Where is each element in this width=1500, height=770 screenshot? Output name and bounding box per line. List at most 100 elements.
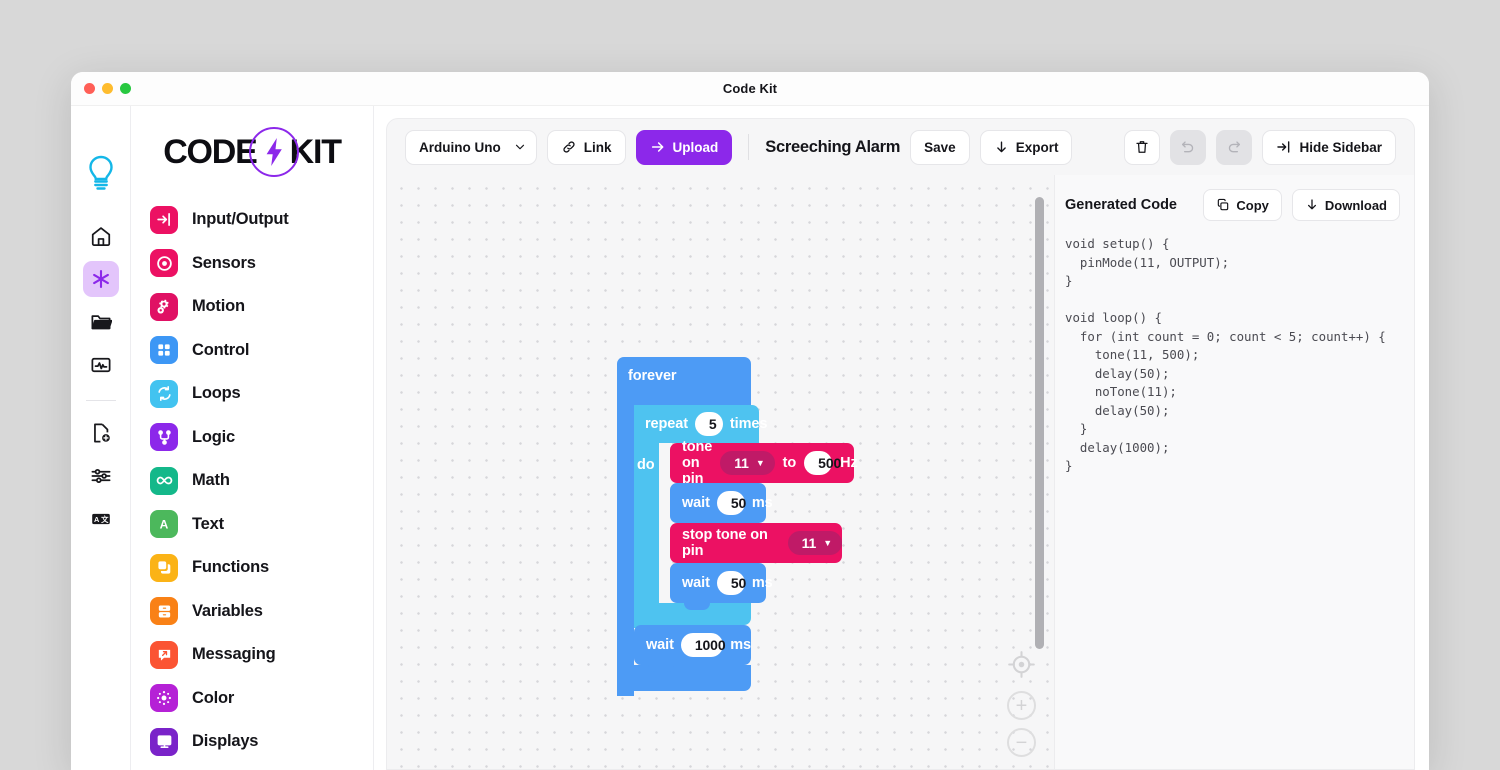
sidebar-item-projects[interactable] <box>83 304 119 340</box>
upload-label: Upload <box>672 139 719 155</box>
code-panel-header: Generated Code Copy Download <box>1055 175 1414 231</box>
link-label: Link <box>583 139 612 155</box>
lightbulb-icon <box>86 154 116 194</box>
sidebar-item-home[interactable] <box>83 218 119 254</box>
sidebar-item-monitor[interactable] <box>83 347 119 383</box>
category-displays[interactable]: Displays <box>150 720 373 764</box>
editor-toolbar: Arduino Uno Link Upload Screeching Alarm… <box>387 119 1414 175</box>
category-list: Input/Output Sensors Motion Control Loop… <box>131 198 373 764</box>
crosshair-icon <box>1007 650 1036 679</box>
blocks-icon <box>90 268 112 290</box>
sidebar-item-language[interactable]: A 文 <box>83 501 119 537</box>
sidebar-item-blocks[interactable] <box>82 261 119 297</box>
block-stop-tone-on-pin[interactable]: stop tone on pin 11 ▼ <box>670 523 842 570</box>
tone-frequency-field[interactable]: 500 <box>804 450 841 476</box>
code-panel-title: Generated Code <box>1065 197 1177 213</box>
category-text[interactable]: A Text <box>150 503 373 547</box>
wait-value-field[interactable]: 50 <box>716 570 746 596</box>
canvas-scrollbar[interactable] <box>1035 197 1044 649</box>
gears-icon <box>150 292 178 321</box>
save-button[interactable]: Save <box>910 129 970 165</box>
infinity-icon <box>150 466 178 495</box>
category-label: Variables <box>192 601 263 620</box>
category-logic[interactable]: Logic <box>150 416 373 460</box>
collapse-right-icon <box>1276 139 1292 155</box>
icon-rail: A 文 <box>71 106 131 770</box>
wait-value-field[interactable]: 1000 <box>680 632 726 658</box>
undo-button[interactable] <box>1170 129 1207 165</box>
zoom-in-button[interactable]: + <box>1007 691 1036 720</box>
sidebar-item-settings[interactable] <box>83 458 119 494</box>
svg-text:A: A <box>160 518 169 532</box>
redo-button[interactable] <box>1216 129 1253 165</box>
undo-icon <box>1180 139 1196 155</box>
delete-button[interactable] <box>1124 129 1161 165</box>
category-input-output[interactable]: Input/Output <box>150 198 373 242</box>
upload-button[interactable]: Upload <box>635 129 733 165</box>
category-loops[interactable]: Loops <box>150 372 373 416</box>
block-label: ms <box>751 495 773 511</box>
block-repeat-header[interactable]: repeat 5 times <box>634 405 767 443</box>
wait-value-field[interactable]: 50 <box>716 490 746 516</box>
category-variables[interactable]: Variables <box>150 590 373 634</box>
stoptone-pin-dropdown[interactable]: 11 ▼ <box>787 531 842 555</box>
zoom-center-button[interactable] <box>1007 650 1036 679</box>
category-label: Input/Output <box>192 210 289 229</box>
block-wait-2[interactable]: wait 50 ms <box>670 563 773 610</box>
block-inner-stack[interactable]: tone on pin 11 ▼ to 500 Hz wait 50 ms st… <box>670 439 858 610</box>
tone-pin-dropdown[interactable]: 11 ▼ <box>720 451 775 475</box>
category-color[interactable]: Color <box>150 677 373 721</box>
block-forever-label-row[interactable]: forever <box>617 357 751 412</box>
repeat-count-field[interactable]: 5 <box>694 411 723 437</box>
chevron-down-icon <box>514 141 526 153</box>
hide-sidebar-label: Hide Sidebar <box>1299 139 1382 155</box>
category-functions[interactable]: Functions <box>150 546 373 590</box>
block-label: to <box>782 455 797 471</box>
zoom-out-button[interactable]: − <box>1007 728 1036 757</box>
board-select[interactable]: Arduino Uno <box>405 129 537 165</box>
block-notch <box>648 665 674 672</box>
input-output-icon <box>150 205 178 234</box>
category-label: Logic <box>192 427 235 446</box>
lightning-bolt-icon <box>248 127 299 177</box>
category-label: Math <box>192 471 230 490</box>
category-control[interactable]: Control <box>150 329 373 373</box>
branch-icon <box>150 423 178 452</box>
block-label: times <box>729 416 768 432</box>
redo-icon <box>1226 139 1242 155</box>
block-wait-3[interactable]: wait 1000 ms <box>634 625 751 672</box>
copy-code-button[interactable]: Copy <box>1203 189 1282 221</box>
hide-sidebar-button[interactable]: Hide Sidebar <box>1262 129 1396 165</box>
block-canvas[interactable]: forever repeat 5 times do tone on pin 11… <box>387 175 1054 769</box>
block-label: wait <box>682 575 710 591</box>
category-sensors[interactable]: Sensors <box>150 242 373 286</box>
folder-icon <box>90 311 112 333</box>
grid-squares-icon <box>150 336 178 365</box>
block-notch <box>684 603 710 610</box>
category-label: Motion <box>192 297 245 316</box>
category-label: Messaging <box>192 645 276 664</box>
arrow-right-icon <box>650 139 666 155</box>
block-repeat[interactable]: repeat 5 times do tone on pin 11 ▼ to 50… <box>634 405 858 628</box>
workspace: forever repeat 5 times do tone on pin 11… <box>387 175 1414 769</box>
category-label: Loops <box>192 384 241 403</box>
brightness-icon <box>150 684 178 713</box>
block-label: Hz <box>840 455 858 471</box>
category-math[interactable]: Math <box>150 459 373 503</box>
block-tone-on-pin[interactable]: tone on pin 11 ▼ to 500 Hz <box>670 439 858 490</box>
block-stack[interactable]: forever repeat 5 times do tone on pin 11… <box>617 357 858 696</box>
block-wait-1[interactable]: wait 50 ms <box>670 483 773 530</box>
download-arrow-icon <box>994 140 1009 155</box>
loop-arrows-icon <box>150 379 178 408</box>
download-code-button[interactable]: Download <box>1291 189 1400 221</box>
link-button[interactable]: Link <box>546 129 626 165</box>
sliders-icon <box>90 465 112 487</box>
category-messaging[interactable]: Messaging <box>150 633 373 677</box>
category-motion[interactable]: Motion <box>150 285 373 329</box>
block-forever[interactable]: forever repeat 5 times do tone on pin 11… <box>617 357 858 696</box>
sidebar-item-new-file[interactable] <box>83 415 119 451</box>
export-button[interactable]: Export <box>979 129 1073 165</box>
chevron-down-icon: ▼ <box>755 458 765 468</box>
brand-text-left: CODE <box>163 132 258 171</box>
translate-icon: A 文 <box>90 508 112 530</box>
